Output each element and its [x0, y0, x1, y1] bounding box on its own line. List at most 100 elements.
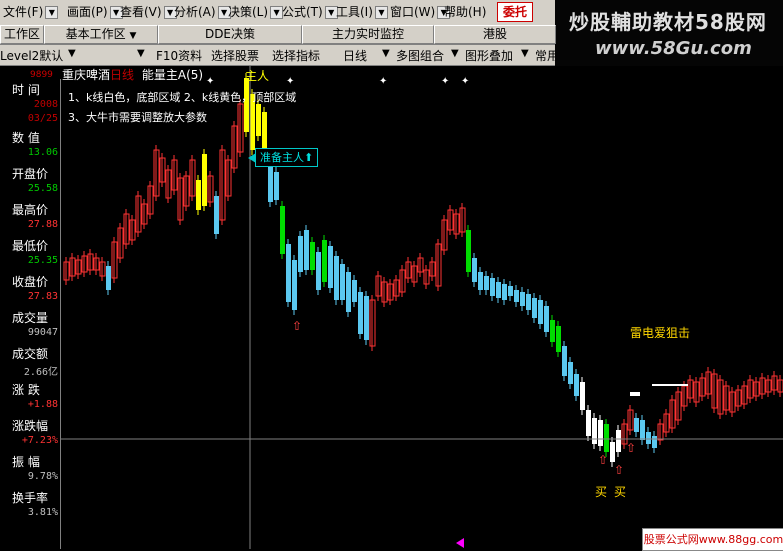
kline-candle — [274, 172, 279, 200]
kline-candle — [472, 258, 477, 282]
kline-candle — [466, 230, 471, 272]
info-label: 收盘价 — [12, 275, 49, 289]
star-marker-icon: ✦ — [441, 76, 449, 87]
info-label: 最高价 — [12, 203, 49, 217]
kline-candle — [352, 280, 357, 302]
info-label: 成交额 — [12, 347, 49, 361]
kline-candle — [364, 296, 369, 340]
info-label: 最低价 — [12, 239, 49, 253]
kline-candle — [544, 306, 549, 332]
kline-candle — [634, 418, 639, 432]
buy-label: 买 — [595, 485, 608, 499]
kline-candle — [328, 246, 333, 288]
kline-candle — [106, 266, 111, 290]
star-marker-icon: ✦ — [461, 76, 469, 87]
buy-arrow-icon: ⇧ — [292, 319, 302, 333]
kline-candle — [604, 424, 609, 452]
quote-info-panel: 时 间 2008 03/25 数 值 13.06 开盘价 25.58 最高价 27.88 最低价 2… — [0, 79, 61, 549]
period-label: 日线 — [110, 68, 135, 82]
kline-candle — [592, 418, 597, 444]
kline-candle — [304, 230, 309, 270]
indicator-name: 能量主A(5) — [141, 68, 204, 82]
star-marker-icon: ✦ — [379, 76, 387, 87]
kline-candle — [292, 260, 297, 310]
marker-bar — [630, 392, 640, 396]
note-line-1: 1、k线白色，底部区域 2、k线黄色，顶部区域 — [68, 91, 297, 104]
stock-name: 重庆啤酒 — [62, 68, 111, 82]
kline-candle — [262, 112, 267, 150]
chart-title: 重庆啤酒日线 能量主A(5) — [62, 66, 203, 83]
kline-candle — [640, 420, 645, 440]
info-label: 开盘价 — [12, 167, 49, 181]
kline-candle — [280, 206, 285, 254]
info-value: 25.58 — [27, 183, 58, 194]
kline-candle — [532, 298, 537, 318]
kline-candle — [202, 154, 207, 206]
kline-candle — [490, 278, 495, 296]
footer-brand: 股票公式网www.88gg.com — [642, 528, 783, 551]
ready-signal-badge: 准备主人⬆ — [247, 148, 319, 167]
info-label: 涨跌幅 — [12, 419, 49, 433]
kline-candle — [358, 292, 363, 334]
scroll-marker-icon[interactable] — [456, 538, 464, 548]
kline-candle — [508, 286, 513, 296]
kline-candle — [562, 346, 567, 376]
kline-candle — [646, 432, 651, 444]
info-label: 振 幅 — [12, 455, 40, 469]
kline-candle — [502, 284, 507, 300]
buy-arrow-icon: ⇧ — [598, 453, 608, 467]
note-line-2: 3、大牛市需要调整放大参数 — [68, 111, 207, 124]
zhu-label: 主人 — [245, 69, 270, 83]
info-value: 27.88 — [27, 219, 58, 230]
info-value: +1.88 — [27, 399, 58, 410]
info-label: 涨 跌 — [12, 383, 40, 397]
info-value: 27.83 — [27, 291, 58, 302]
kline-candle — [520, 292, 525, 306]
marker-bar — [652, 384, 688, 386]
info-extra: 03/25 — [27, 113, 58, 124]
kline-candle — [346, 272, 351, 312]
info-value: 13.06 — [27, 147, 58, 158]
info-value: 2.66亿 — [23, 367, 58, 378]
kline-candle — [550, 320, 555, 342]
kline-candle — [322, 240, 327, 282]
kline-candle — [496, 282, 501, 298]
buy-arrow-icon: ⇧ — [614, 463, 624, 477]
kline-candle — [256, 104, 261, 136]
kline-candle — [652, 436, 657, 448]
kline-candle — [580, 382, 585, 410]
buy-label: 买 — [614, 485, 627, 499]
info-value: 9.78% — [27, 471, 58, 482]
kline-candle — [196, 180, 201, 210]
star-marker-icon: ✦ — [286, 76, 294, 87]
kline-candle — [574, 374, 579, 396]
info-value: +7.23% — [21, 435, 58, 446]
info-label: 数 值 — [12, 131, 40, 145]
kline-candle — [514, 290, 519, 302]
info-label: 成交量 — [12, 311, 49, 325]
kline-candle — [316, 252, 321, 290]
kline-candle — [286, 244, 291, 302]
kline-candle — [244, 78, 249, 132]
kline-candle — [334, 256, 339, 300]
info-label: 时 间 — [12, 83, 40, 97]
kline-candle — [478, 272, 483, 290]
kline-candle — [526, 294, 531, 310]
star-marker-icon: ✦ — [206, 76, 214, 87]
kline-candle — [538, 300, 543, 324]
kline-candle — [598, 420, 603, 446]
kline-candle — [214, 196, 219, 234]
info-label: 换手率 — [12, 491, 49, 505]
kline-candle — [556, 326, 561, 352]
info-value: 25.35 — [27, 255, 58, 266]
signal-label: 雷电爱狙击 — [630, 326, 691, 340]
kline-candle — [484, 276, 489, 290]
kline-candle — [610, 442, 615, 462]
buy-arrow-icon: ⇧ — [626, 441, 636, 455]
kline-candle — [340, 264, 345, 300]
info-value: 3.81% — [27, 507, 58, 518]
info-value: 99047 — [27, 327, 58, 338]
kline-candle — [586, 410, 591, 436]
kline-candle — [310, 242, 315, 270]
kline-candle — [298, 236, 303, 272]
